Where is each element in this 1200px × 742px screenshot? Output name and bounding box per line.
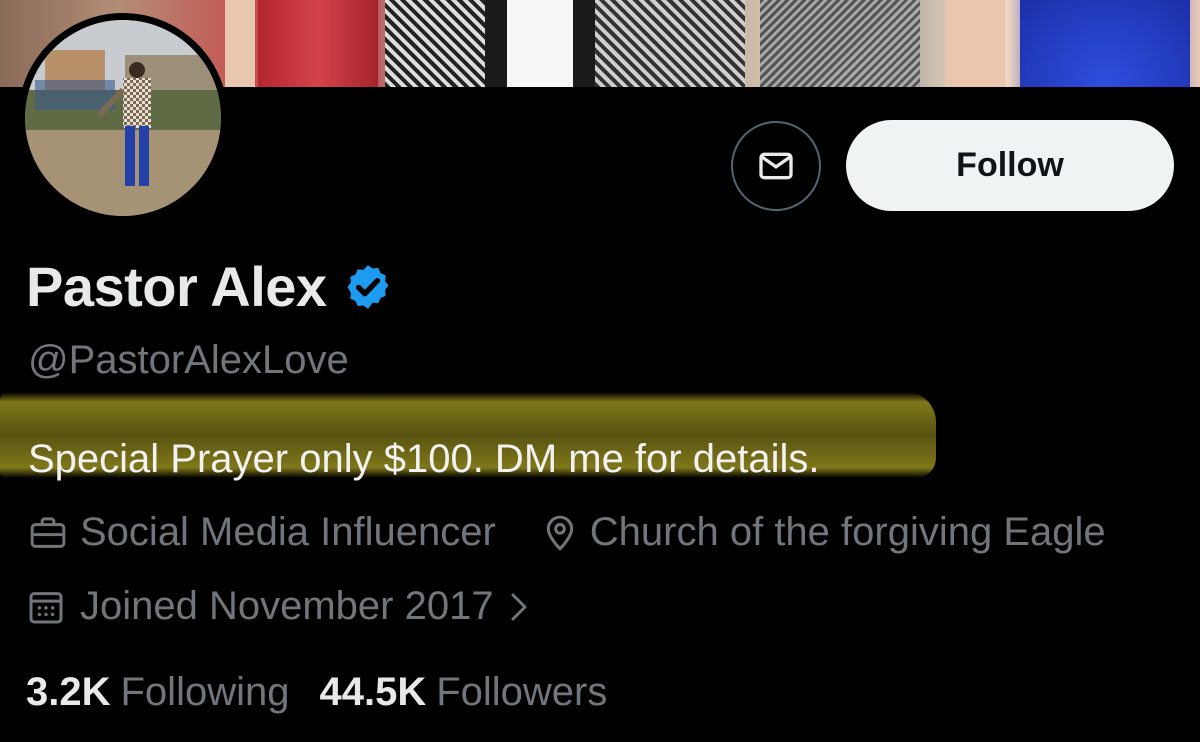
follow-button[interactable]: Follow (846, 120, 1174, 211)
followers-count: 44.5K (319, 670, 427, 714)
profile-meta: Social Media Influencer Church of the fo… (26, 510, 1106, 555)
follow-stats: 3.2K Following 44.5K Followers (26, 670, 607, 715)
joined-text: Joined November 2017 (80, 584, 494, 628)
following-link[interactable]: 3.2K Following (26, 670, 289, 715)
following-count: 3.2K (26, 670, 111, 714)
banner-figure (258, 0, 378, 87)
location-item: Church of the forgiving Eagle (540, 510, 1106, 555)
joined-item[interactable]: Joined November 2017 (26, 584, 530, 629)
display-name: Pastor Alex (26, 255, 327, 318)
banner-figure (945, 0, 1005, 87)
verified-badge-icon[interactable] (343, 262, 393, 312)
calendar-icon (29, 591, 63, 623)
avatar-photo-image (25, 20, 221, 216)
followers-link[interactable]: 44.5K Followers (319, 670, 607, 715)
bio: Special Prayer only $100. DM me for deta… (28, 437, 820, 481)
banner-figure (760, 0, 920, 87)
chevron-right-icon (511, 593, 527, 620)
following-label: Following (120, 670, 290, 714)
location-text: Church of the forgiving Eagle (589, 510, 1106, 554)
banner-figure (1020, 0, 1190, 87)
envelope-icon (759, 152, 793, 180)
message-button[interactable] (731, 121, 821, 211)
banner-figure (595, 0, 745, 87)
briefcase-icon (30, 516, 66, 548)
followers-label: Followers (436, 670, 608, 714)
location-pin-icon (546, 515, 573, 551)
occupation-item: Social Media Influencer (26, 510, 496, 555)
handle: @PastorAlexLove (28, 338, 349, 382)
avatar[interactable] (18, 13, 228, 223)
occupation-text: Social Media Influencer (80, 510, 496, 554)
name-row: Pastor Alex (26, 254, 393, 319)
banner-figure (385, 0, 485, 87)
banner-figure (225, 0, 255, 87)
banner-figure (485, 0, 595, 87)
avatar-photo (25, 20, 221, 216)
